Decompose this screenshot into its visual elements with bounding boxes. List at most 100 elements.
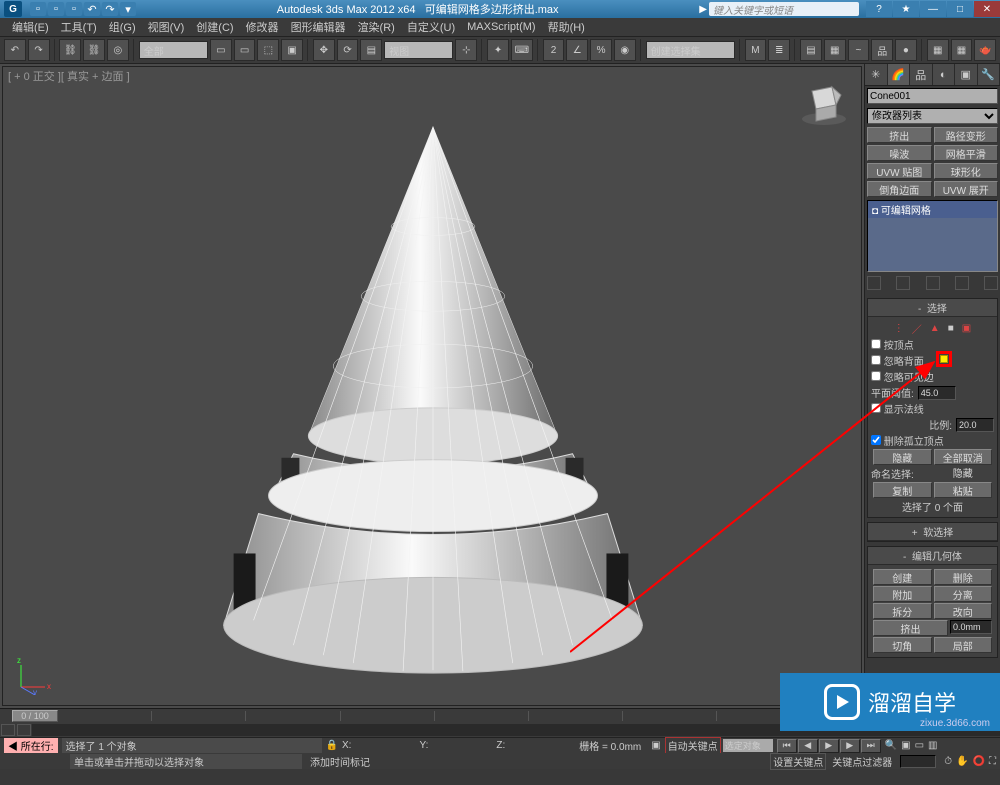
next-frame-button[interactable]: ▶ — [840, 739, 860, 753]
break-button[interactable]: 拆分 — [873, 603, 932, 619]
hide-button[interactable]: 隐藏 — [873, 449, 932, 465]
menu-edit[interactable]: 编辑(E) — [6, 18, 55, 36]
viewport-label[interactable]: [ + 0 正交 ][ 真实 + 边面 ] — [8, 68, 130, 84]
extrude-button[interactable]: 挤出 — [873, 620, 948, 636]
qat-open-icon[interactable]: ▫ — [48, 2, 64, 16]
stack-remove-icon[interactable] — [955, 276, 969, 290]
rollup-selection-header[interactable]: - 选择 — [868, 299, 997, 317]
snap-percent-button[interactable]: % — [590, 39, 612, 61]
preset-noise[interactable]: 噪波 — [867, 145, 932, 161]
redo-button[interactable]: ↷ — [28, 39, 50, 61]
snap-angle-button[interactable]: ∠ — [566, 39, 588, 61]
scale-button[interactable]: ▤ — [360, 39, 382, 61]
preset-spherify[interactable]: 球形化 — [934, 163, 999, 179]
autokey-button[interactable]: 自动关键点 — [665, 737, 721, 754]
extrude-spinner[interactable]: 0.0mm — [950, 620, 992, 634]
modifier-list[interactable]: 修改器列表 — [867, 108, 998, 124]
paste-button[interactable]: 粘贴 — [934, 482, 993, 498]
layer-button[interactable]: ▤ — [800, 39, 822, 61]
render-button[interactable]: 🫖 — [974, 39, 996, 61]
plane-thresh-spinner[interactable]: 45.0 — [918, 386, 956, 400]
scale-spinner[interactable]: 20.0 — [956, 418, 994, 432]
unlink-button[interactable]: ⛓ — [83, 39, 105, 61]
subobj-face-icon[interactable]: ▲ — [930, 323, 940, 334]
named-selection[interactable]: 创建选择集 — [646, 41, 735, 59]
preset-unwrap[interactable]: UVW 展开 — [934, 181, 999, 197]
time-config-icon[interactable]: ⏱ — [944, 756, 952, 767]
subobj-element-icon[interactable]: ▣ — [962, 323, 971, 334]
trackbar-toggle-icon[interactable] — [1, 724, 15, 736]
turn-button[interactable]: 改向 — [934, 603, 993, 619]
qat-undo-icon[interactable]: ↶ — [84, 2, 100, 16]
selection-filter[interactable]: 全部 — [139, 41, 208, 59]
goto-start-button[interactable]: ⏮ — [777, 739, 797, 753]
ref-coord[interactable]: 视图 — [384, 41, 453, 59]
nav-zoom-icon[interactable]: 🔍 — [885, 740, 897, 751]
nav-zoomall-icon[interactable]: ▣ — [901, 740, 910, 751]
render-setup-button[interactable]: ▦ — [927, 39, 949, 61]
rotate-button[interactable]: ⟳ — [337, 39, 359, 61]
align-button[interactable]: ≣ — [768, 39, 790, 61]
subobj-edge-icon[interactable]: ／ — [912, 321, 922, 336]
tab-utilities[interactable]: 🔧 — [978, 64, 1000, 85]
delete-button[interactable]: 删除 — [934, 569, 993, 585]
qat-save-icon[interactable]: ▫ — [66, 2, 82, 16]
link-button[interactable]: ⛓ — [59, 39, 81, 61]
mirror-button[interactable]: M — [745, 39, 767, 61]
bind-button[interactable]: ◎ — [107, 39, 129, 61]
trackbar-key-icon[interactable] — [17, 724, 31, 736]
pivot-button[interactable]: ⊹ — [455, 39, 477, 61]
curve-editor-button[interactable]: ~ — [848, 39, 870, 61]
select-name-button[interactable]: ▭ — [234, 39, 256, 61]
nav-minmax-icon[interactable]: ⛶ — [989, 756, 996, 767]
minimize-button[interactable]: — — [920, 1, 946, 17]
preset-extrude[interactable]: 挤出 — [867, 127, 932, 143]
preset-pathdeform[interactable]: 路径变形 — [934, 127, 999, 143]
tab-motion[interactable]: ◐ — [933, 64, 956, 85]
iso-sel-icon[interactable]: ▣ — [651, 740, 660, 751]
nav-orbit-icon[interactable]: ⭕ — [973, 756, 985, 767]
prev-frame-button[interactable]: ◀ — [798, 739, 818, 753]
viewcube[interactable] — [799, 77, 849, 127]
window-crossing-button[interactable]: ▣ — [281, 39, 303, 61]
nav-fov-icon[interactable]: ▥ — [928, 740, 937, 751]
subobj-vertex-icon[interactable]: ⋮ — [894, 323, 904, 334]
material-button[interactable]: ● — [895, 39, 917, 61]
menu-modifier[interactable]: 修改器 — [240, 18, 285, 36]
frame-field[interactable] — [900, 755, 936, 768]
stack-pin-icon[interactable] — [867, 276, 881, 290]
viewport[interactable]: z x y — [2, 66, 862, 706]
menu-help[interactable]: 帮助(H) — [542, 18, 591, 36]
rect-region-button[interactable]: ⬚ — [257, 39, 279, 61]
tab-modify[interactable]: 🌈 — [888, 64, 911, 85]
preset-uvwmap[interactable]: UVW 贴图 — [867, 163, 932, 179]
menu-create[interactable]: 创建(C) — [190, 18, 239, 36]
app-logo[interactable]: G — [4, 1, 22, 17]
rollup-softsel-header[interactable]: + 软选择 — [868, 523, 997, 541]
unhide-button[interactable]: 全部取消隐藏 — [934, 449, 993, 465]
menu-view[interactable]: 视图(V) — [142, 18, 191, 36]
preset-meshsmooth[interactable]: 网格平滑 — [934, 145, 999, 161]
qat-new-icon[interactable]: ▫ — [30, 2, 46, 16]
outline-button[interactable]: 局部 — [934, 637, 993, 653]
stack-unique-icon[interactable] — [926, 276, 940, 290]
undo-button[interactable]: ↶ — [4, 39, 26, 61]
select-button[interactable]: ▭ — [210, 39, 232, 61]
subobj-poly-icon[interactable]: ■ — [948, 323, 954, 334]
move-button[interactable]: ✥ — [313, 39, 335, 61]
qat-redo-icon[interactable]: ↷ — [102, 2, 118, 16]
tab-hierarchy[interactable]: 品 — [910, 64, 933, 85]
keymode-dropdown[interactable]: 选定对象 — [723, 739, 773, 752]
nav-region-icon[interactable]: ▭ — [915, 740, 924, 751]
help-icon[interactable]: ? — [866, 1, 892, 17]
chk-show-normals[interactable]: 显示法线 — [871, 401, 994, 416]
stack-show-icon[interactable] — [896, 276, 910, 290]
chk-by-vertex[interactable]: 按顶点 — [871, 337, 994, 352]
help-search[interactable]: 键入关键字或短语 — [709, 2, 859, 16]
spinner-snap-button[interactable]: ◉ — [614, 39, 636, 61]
menu-group[interactable]: 组(G) — [103, 18, 142, 36]
star-icon[interactable]: ★ — [893, 1, 919, 17]
lock-icon[interactable]: 🔒 — [326, 740, 338, 751]
create-button[interactable]: 创建 — [873, 569, 932, 585]
addtime-label[interactable]: 添加时间标记 — [310, 754, 370, 769]
